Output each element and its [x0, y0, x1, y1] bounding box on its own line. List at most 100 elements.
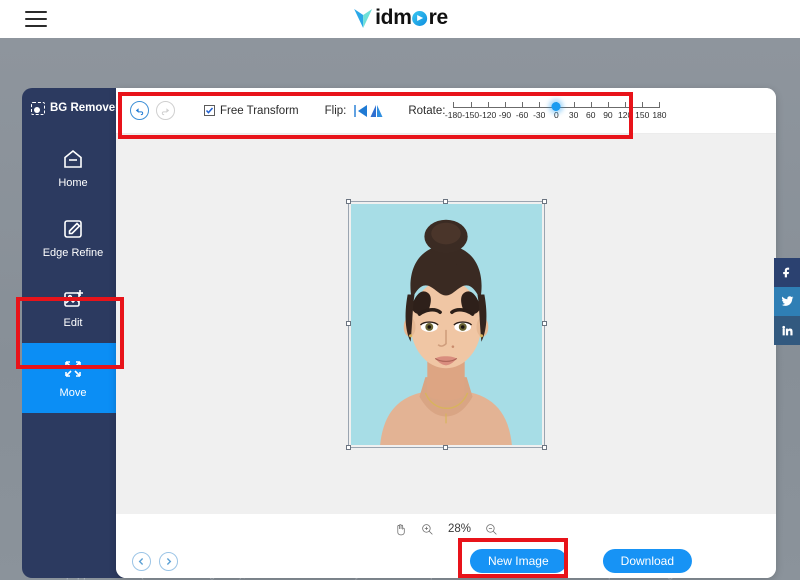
- sidebar-title-label: BG Remover: [50, 102, 120, 114]
- image-canvas-stage[interactable]: [116, 134, 776, 514]
- rotate-label: Rotate:: [408, 105, 445, 117]
- move-icon: [61, 357, 85, 381]
- rotate-group: Rotate: -180-150-120-90-60-3003060901201…: [408, 98, 662, 124]
- resize-handle-bottom-center[interactable]: [443, 445, 448, 450]
- footer-actions: New Image Download: [470, 549, 692, 573]
- brand-logo[interactable]: idmre: [352, 6, 448, 30]
- redo-button[interactable]: [156, 101, 175, 120]
- rotate-tick-mark: [522, 102, 523, 108]
- resize-handle-top-right[interactable]: [542, 199, 547, 204]
- rotate-tick-label: -120: [479, 110, 496, 120]
- flip-vertical-icon[interactable]: [369, 104, 384, 118]
- brand-prefix: idm: [375, 6, 411, 29]
- sidebar-item-move[interactable]: Move: [22, 343, 124, 413]
- rotate-tick-label: 90: [603, 110, 612, 120]
- rotate-tick-mark: [453, 102, 454, 108]
- resize-handle-bottom-left[interactable]: [346, 445, 351, 450]
- flip-label: Flip:: [325, 105, 347, 117]
- rotate-tick-mark: [642, 102, 643, 108]
- rotate-slider[interactable]: -180-150-120-90-60-300306090120150180: [450, 98, 662, 124]
- share-twitter-button[interactable]: [774, 287, 800, 316]
- linkedin-icon: [781, 324, 794, 337]
- sidebar-title: BG Remover: [22, 95, 124, 121]
- zoom-in-icon[interactable]: [421, 523, 434, 536]
- rotate-tick-label: -30: [533, 110, 545, 120]
- bg-remover-editor: BG Remover Home Edge Refine: [22, 88, 776, 578]
- brand-play-o-icon: [413, 11, 428, 26]
- editor-panel: Free Transform Flip:: [116, 88, 776, 578]
- rotate-tick-mark: [574, 102, 575, 108]
- home-icon: [61, 147, 85, 171]
- hamburger-menu-icon[interactable]: [25, 11, 47, 27]
- rotate-tick-label: -90: [499, 110, 511, 120]
- rotate-tick-label: -60: [516, 110, 528, 120]
- rotate-tick-mark: [539, 102, 540, 108]
- social-share-rail: [774, 258, 800, 345]
- sidebar-item-label: Home: [58, 177, 87, 189]
- next-image-button[interactable]: [159, 552, 178, 571]
- free-transform-checkbox[interactable]: [204, 105, 215, 116]
- resize-handle-top-center[interactable]: [443, 199, 448, 204]
- resize-handle-middle-left[interactable]: [346, 321, 351, 326]
- undo-button[interactable]: [130, 101, 149, 120]
- zoom-level-label: 28%: [448, 523, 471, 535]
- rotate-slider-handle[interactable]: [552, 102, 561, 111]
- bg-remover-icon: [31, 102, 45, 115]
- rotate-tick-mark: [471, 102, 472, 108]
- free-transform-group: Free Transform: [204, 105, 299, 117]
- edit-image-icon: [61, 287, 85, 311]
- hamburger-bar: [25, 11, 47, 13]
- rotate-tick-label: 180: [652, 110, 666, 120]
- edited-photo[interactable]: [351, 204, 542, 445]
- site-header: idmre: [0, 0, 800, 38]
- zoom-out-icon[interactable]: [485, 523, 498, 536]
- hand-icon[interactable]: [394, 523, 407, 536]
- rotate-tick-label: -180: [445, 110, 462, 120]
- rotate-tick-mark: [505, 102, 506, 108]
- portrait-photo-graphic: [351, 204, 542, 445]
- rotate-tick-label: -150: [462, 110, 479, 120]
- transform-toolbar: Free Transform Flip:: [116, 88, 776, 134]
- sidebar-item-home[interactable]: Home: [22, 133, 124, 203]
- previous-image-button[interactable]: [132, 552, 151, 571]
- rotate-tick-mark: [625, 102, 626, 108]
- new-image-button[interactable]: New Image: [470, 549, 567, 573]
- rotate-tick-label: 150: [635, 110, 649, 120]
- sidebar-item-label: Edit: [64, 317, 83, 329]
- editor-sidebar: BG Remover Home Edge Refine: [22, 88, 124, 578]
- resize-handle-middle-right[interactable]: [542, 321, 547, 326]
- vidmore-checkmark-icon: [352, 6, 374, 30]
- hamburger-bar: [25, 25, 47, 27]
- hamburger-bar: [25, 18, 47, 20]
- rotate-tick-mark: [608, 102, 609, 108]
- redo-arrow-icon: [160, 105, 171, 116]
- resize-handle-top-left[interactable]: [346, 199, 351, 204]
- download-button[interactable]: Download: [603, 549, 692, 573]
- sidebar-item-label: Edge Refine: [43, 247, 104, 259]
- free-transform-label: Free Transform: [220, 105, 299, 117]
- sidebar-item-label: Move: [60, 387, 87, 399]
- rotate-tick-mark: [488, 102, 489, 108]
- resize-handle-bottom-right[interactable]: [542, 445, 547, 450]
- facebook-icon: [781, 266, 794, 279]
- rotate-tick-mark: [591, 102, 592, 108]
- sidebar-item-edit[interactable]: Edit: [22, 273, 124, 343]
- rotate-tick-mark: [659, 102, 660, 108]
- app-root: idmre Equipped with AI (artificial intel…: [0, 0, 800, 580]
- rotate-tick-label: 60: [586, 110, 595, 120]
- chevron-left-icon: [137, 557, 146, 566]
- undo-arrow-icon: [134, 105, 145, 116]
- flip-group: Flip:: [325, 104, 385, 118]
- sidebar-item-edge-refine[interactable]: Edge Refine: [22, 203, 124, 273]
- share-linkedin-button[interactable]: [774, 316, 800, 345]
- share-facebook-button[interactable]: [774, 258, 800, 287]
- image-selection-box[interactable]: [349, 202, 544, 447]
- twitter-icon: [781, 295, 794, 308]
- editor-footer: New Image Download: [116, 544, 776, 578]
- flip-horizontal-icon[interactable]: [353, 104, 369, 118]
- sidebar-nav: Home Edge Refine Edit: [22, 133, 124, 413]
- rotate-tick-label: 120: [618, 110, 632, 120]
- zoom-toolbar: 28%: [116, 514, 776, 544]
- rotate-tick-label: 0: [554, 110, 559, 120]
- brand-name: idmre: [375, 6, 448, 30]
